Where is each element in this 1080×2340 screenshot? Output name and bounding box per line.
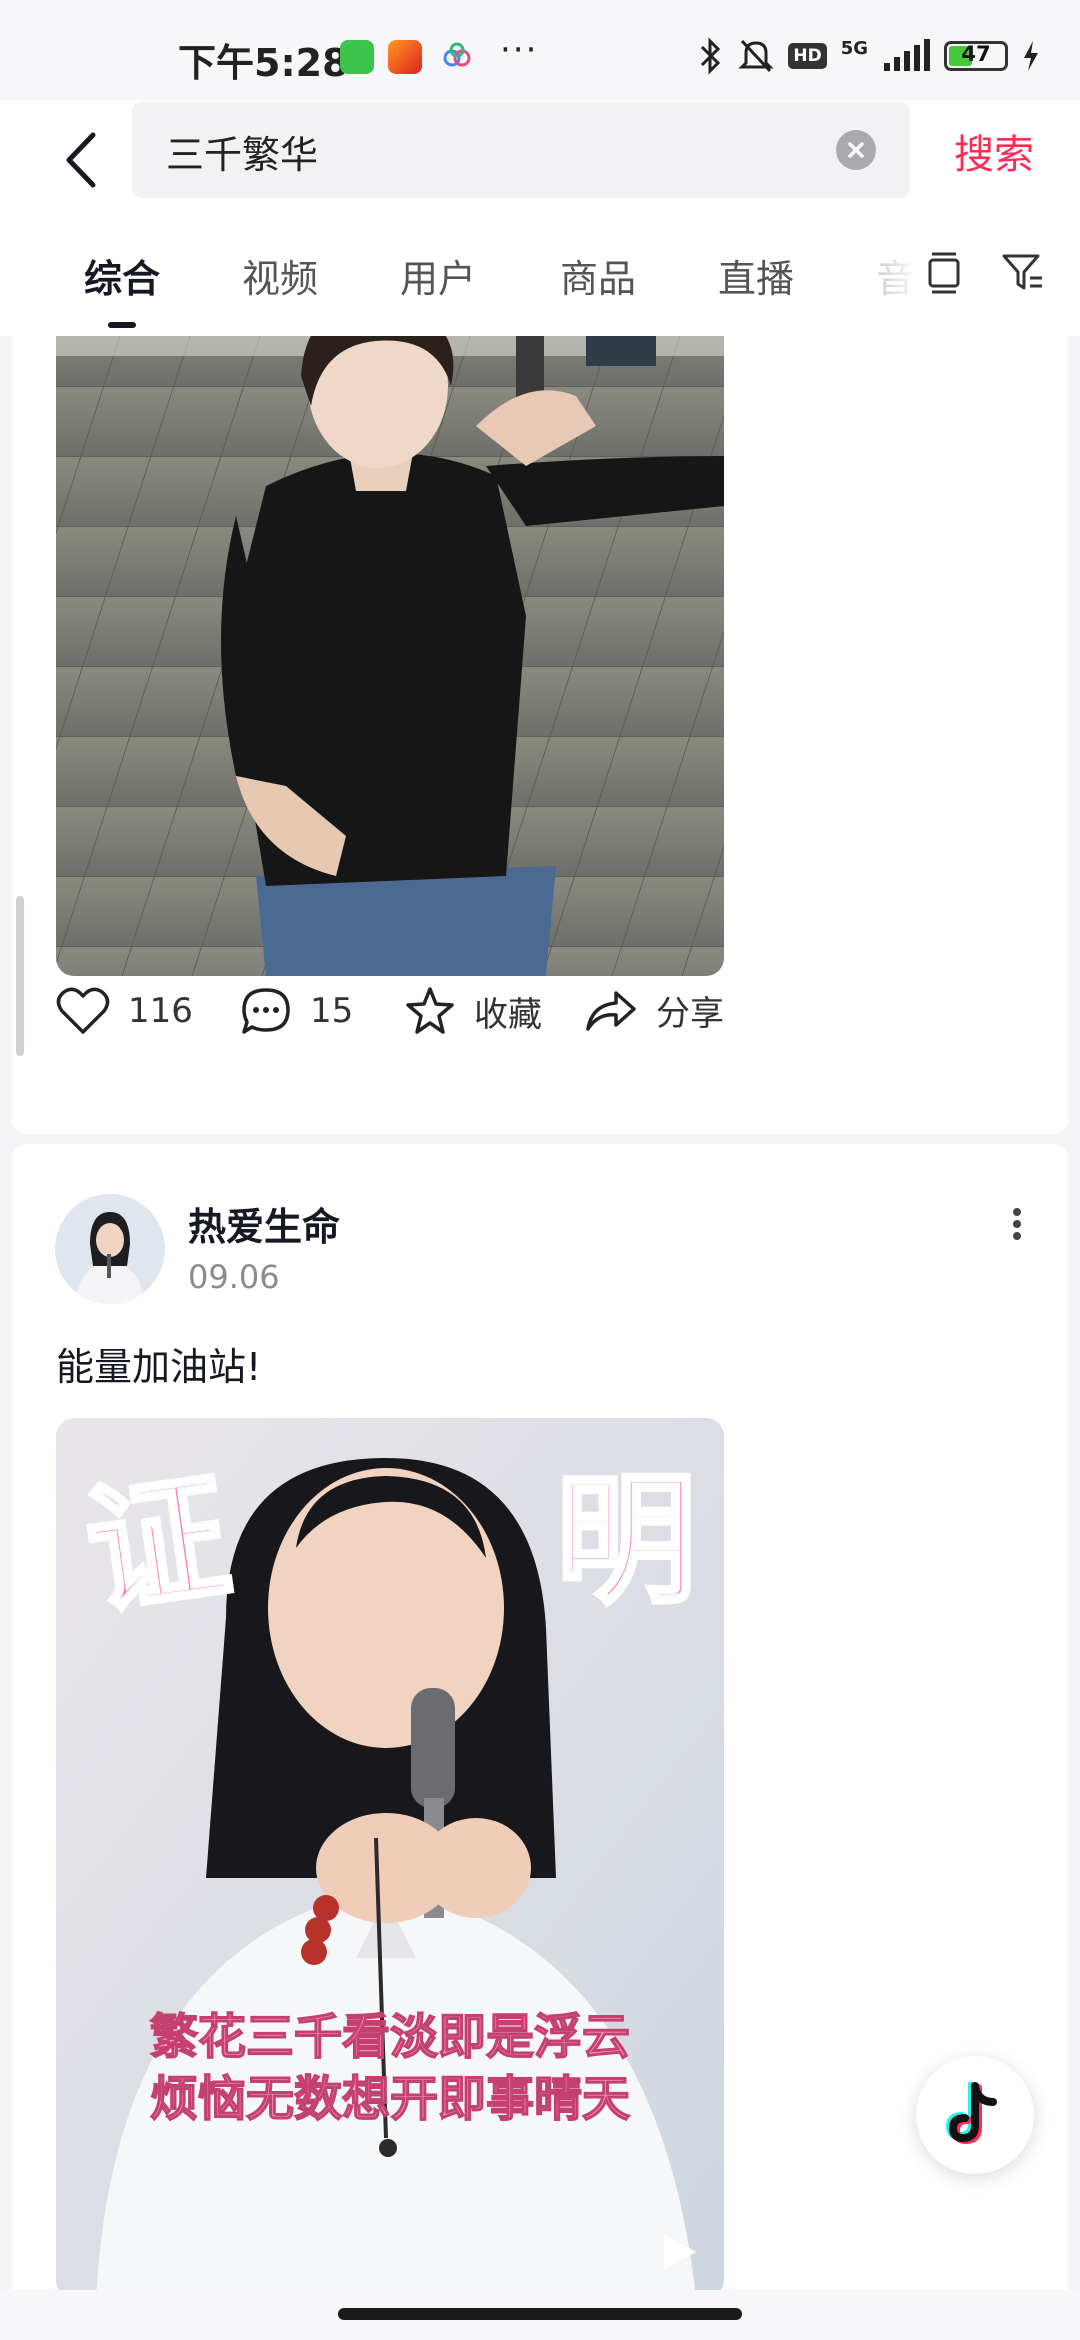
- signal-icon: [884, 39, 930, 71]
- layout-card-icon: [928, 252, 960, 294]
- cloud-app-icon: [440, 40, 474, 74]
- tab-users[interactable]: 用户: [400, 248, 476, 303]
- share-button[interactable]: 分享: [584, 986, 724, 1035]
- douyin-logo-icon: [945, 2082, 997, 2145]
- post-card: 热爱生命 09.06 能量加油站! 证 明 繁花三千看淡即是浮云 烦恼无数想开即…: [12, 1144, 1068, 2340]
- bluetooth-icon: [701, 37, 721, 75]
- douyin-float-button[interactable]: [916, 2056, 1034, 2174]
- filter-button[interactable]: [1000, 248, 1044, 300]
- back-button[interactable]: [50, 120, 110, 200]
- post-actions: 116 15 收藏 分享: [12, 986, 1068, 1076]
- tab-general[interactable]: 综合: [84, 248, 160, 303]
- search-results-feed[interactable]: 116 15 收藏 分享 热爱生命 09.06 能量加油站! 证 明 繁花三千看…: [0, 336, 1080, 2340]
- tab-videos[interactable]: 视频: [242, 248, 318, 303]
- close-icon: [848, 142, 864, 158]
- clear-search-button[interactable]: [836, 130, 876, 170]
- comment-count: 15: [310, 991, 354, 1031]
- battery-level: 47: [961, 42, 991, 66]
- more-vertical-icon: [1013, 1208, 1021, 1240]
- post-date: 09.06: [188, 1258, 280, 1296]
- post-video-cover[interactable]: 证 明 繁花三千看淡即是浮云 烦恼无数想开即事晴天: [56, 1418, 724, 2298]
- more-options-button[interactable]: [1002, 1194, 1032, 1254]
- heart-icon: [56, 987, 110, 1034]
- result-tabs: 综合 视频 用户 商品 直播 音: [0, 240, 1080, 336]
- search-box[interactable]: [132, 102, 910, 200]
- comment-button[interactable]: 15: [240, 986, 353, 1036]
- overlay-poem: 繁花三千看淡即是浮云 烦恼无数想开即事晴天: [56, 2006, 724, 2130]
- wechat-icon: [340, 40, 374, 74]
- tab-live[interactable]: 直播: [718, 248, 794, 303]
- layout-toggle-button[interactable]: [924, 248, 964, 300]
- search-button[interactable]: 搜索: [954, 122, 1034, 180]
- tab-products[interactable]: 商品: [560, 248, 636, 303]
- active-tab-indicator: [108, 322, 136, 328]
- tab-fade: [860, 240, 920, 310]
- star-icon: [406, 987, 454, 1034]
- share-label: 分享: [656, 994, 724, 1034]
- favorite-label: 收藏: [474, 994, 542, 1035]
- charging-icon: [1024, 41, 1038, 71]
- play-icon: [664, 2234, 696, 2270]
- mute-bell-icon: [738, 39, 774, 73]
- share-icon: [586, 990, 636, 1031]
- search-header: 搜索 综合 视频 用户 商品 直播 音: [0, 100, 1080, 336]
- status-time: 下午5:28: [178, 41, 349, 85]
- 58-app-icon: [388, 40, 422, 74]
- author-name[interactable]: 热爱生命: [188, 1196, 340, 1251]
- post-image[interactable]: [56, 336, 724, 976]
- favorite-button[interactable]: 收藏: [404, 986, 542, 1036]
- chevron-left-icon: [66, 132, 96, 188]
- like-button[interactable]: 116: [56, 986, 193, 1036]
- network-type: 5G: [840, 37, 868, 59]
- post-card: 116 15 收藏 分享: [12, 336, 1068, 1134]
- overlay-title-left: 证: [74, 1451, 240, 1638]
- hd-badge: HD: [788, 43, 827, 69]
- search-input[interactable]: [164, 102, 808, 200]
- filter-icon: [1002, 254, 1042, 290]
- home-indicator[interactable]: [338, 2308, 742, 2320]
- post-caption: 能量加油站!: [56, 1345, 262, 1389]
- overlay-line-1: 繁花三千看淡即是浮云: [149, 2008, 631, 2066]
- scrollbar[interactable]: [16, 896, 24, 1056]
- battery-icon: 47: [944, 41, 1008, 71]
- status-bar: 下午5:28 ··· HD 5G 47: [0, 0, 1080, 100]
- like-count: 116: [128, 991, 193, 1031]
- play-button[interactable]: [656, 2230, 700, 2274]
- comment-icon: [242, 988, 290, 1034]
- more-notifications-icon: ···: [500, 30, 539, 70]
- overlay-line-2: 烦恼无数想开即事晴天: [149, 2070, 631, 2128]
- overlay-title-right: 明: [553, 1457, 698, 1626]
- avatar[interactable]: [55, 1194, 165, 1304]
- gesture-bar: [0, 2290, 1080, 2340]
